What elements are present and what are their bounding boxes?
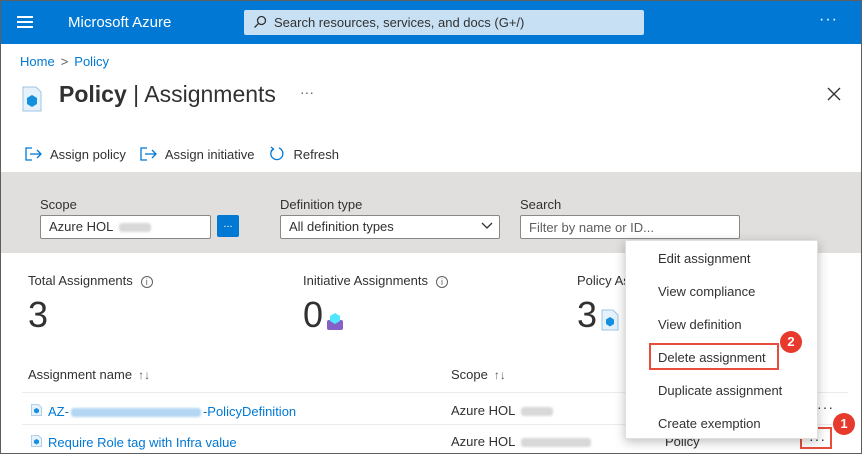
scope-picker-button[interactable]: ... bbox=[217, 215, 239, 237]
breadcrumb: Home > Policy bbox=[20, 54, 109, 69]
assign-arrow-icon bbox=[140, 147, 157, 161]
close-icon[interactable] bbox=[827, 87, 841, 101]
row-scope-value: Azure HOL bbox=[451, 434, 516, 449]
column-header-assignment-name[interactable]: Assignment name ↑↓ bbox=[28, 367, 150, 382]
step-badge-2: 2 bbox=[780, 331, 802, 353]
total-assignments-label: Total Assignments i bbox=[28, 273, 153, 288]
policy-assignments-value: 3 bbox=[577, 294, 598, 335]
search-icon bbox=[254, 15, 267, 28]
refresh-button[interactable]: Refresh bbox=[268, 146, 339, 162]
assignment-name-suffix: -PolicyDefinition bbox=[202, 404, 297, 419]
column-header-assignment-name-label: Assignment name bbox=[28, 367, 133, 382]
info-icon[interactable]: i bbox=[140, 275, 153, 288]
redacted-text bbox=[521, 407, 554, 417]
breadcrumb-home[interactable]: Home bbox=[20, 54, 55, 69]
definition-type-select[interactable]: All definition types bbox=[280, 215, 500, 239]
definition-type-label: Definition type bbox=[280, 197, 363, 212]
menu-item-edit-assignment[interactable]: Edit assignment bbox=[626, 244, 819, 274]
global-search[interactable] bbox=[244, 10, 644, 35]
hamburger-menu-icon[interactable] bbox=[17, 16, 33, 28]
definition-type-value: All definition types bbox=[289, 219, 394, 234]
scope-label: Scope bbox=[40, 197, 77, 212]
assign-arrow-icon bbox=[25, 147, 42, 161]
policy-icon bbox=[601, 309, 619, 331]
breadcrumb-policy[interactable]: Policy bbox=[74, 54, 109, 69]
refresh-icon bbox=[270, 146, 284, 161]
total-assignments-text: Total Assignments bbox=[28, 273, 133, 288]
assign-initiative-button[interactable]: Assign initiative bbox=[140, 146, 255, 162]
scope-field[interactable]: Azure HOL bbox=[40, 215, 211, 239]
azure-portal-window: Microsoft Azure ··· Home > Policy Policy |… bbox=[0, 0, 862, 454]
brand-title[interactable]: Microsoft Azure bbox=[68, 14, 171, 31]
row-scope: Azure HOL bbox=[451, 434, 592, 449]
menu-item-create-exemption[interactable]: Create exemption bbox=[626, 409, 819, 439]
initiative-assignments-text: Initiative Assignments bbox=[303, 273, 429, 288]
sort-icon[interactable]: ↑↓ bbox=[494, 368, 506, 382]
row-more-icon[interactable]: ··· bbox=[817, 399, 834, 415]
assignment-link[interactable]: Require Role tag with Infra value bbox=[48, 435, 237, 450]
sort-icon[interactable]: ↑↓ bbox=[138, 368, 150, 382]
redacted-text bbox=[521, 438, 592, 448]
row-scope: Azure HOL bbox=[451, 403, 554, 418]
menu-item-view-compliance[interactable]: View compliance bbox=[626, 277, 819, 307]
initiative-assignments-value: 0 bbox=[303, 294, 324, 335]
command-bar: Assign policy Assign initiative Refresh bbox=[25, 144, 353, 164]
page-title-main: Policy bbox=[59, 81, 127, 107]
page-title-separator: | bbox=[126, 81, 145, 107]
assign-initiative-label: Assign initiative bbox=[164, 146, 255, 162]
row-scope-value: Azure HOL bbox=[451, 403, 516, 418]
assignment-search-input[interactable] bbox=[520, 215, 740, 239]
initiative-assignments-label: Initiative Assignments i bbox=[303, 273, 449, 288]
assignment-link[interactable]: AZ- -PolicyDefinition bbox=[48, 404, 296, 419]
top-bar: Microsoft Azure ··· bbox=[1, 1, 861, 44]
global-search-input[interactable] bbox=[274, 10, 634, 35]
more-icon[interactable]: ··· bbox=[819, 11, 838, 29]
menu-item-duplicate-assignment[interactable]: Duplicate assignment bbox=[626, 376, 819, 406]
page-title: Policy | Assignments bbox=[59, 81, 276, 108]
highlight-delete-assignment bbox=[649, 343, 779, 370]
policy-icon bbox=[31, 435, 42, 447]
assign-policy-button[interactable]: Assign policy bbox=[25, 147, 126, 162]
breadcrumb-separator: > bbox=[60, 54, 69, 69]
assign-policy-label: Assign policy bbox=[50, 146, 126, 162]
policy-icon bbox=[31, 404, 42, 416]
assignment-name-prefix: AZ- bbox=[48, 404, 69, 419]
search-label: Search bbox=[520, 197, 562, 212]
total-assignments-value: 3 bbox=[28, 294, 49, 335]
column-header-scope-label: Scope bbox=[451, 367, 488, 382]
scope-value: Azure HOL bbox=[49, 219, 114, 234]
chevron-down-icon bbox=[481, 222, 493, 229]
step-badge-1: 1 bbox=[833, 413, 855, 435]
refresh-label: Refresh bbox=[293, 146, 340, 162]
info-icon[interactable]: i bbox=[436, 275, 449, 288]
page-title-sub: Assignments bbox=[144, 81, 276, 107]
redacted-text bbox=[70, 408, 201, 418]
policy-assignments-label: Policy As bbox=[577, 273, 630, 288]
policy-icon bbox=[22, 86, 42, 112]
redacted-text bbox=[119, 223, 152, 233]
initiative-icon bbox=[327, 313, 343, 330]
column-header-scope[interactable]: Scope ↑↓ bbox=[451, 367, 506, 382]
title-more-icon[interactable]: ··· bbox=[300, 84, 314, 100]
